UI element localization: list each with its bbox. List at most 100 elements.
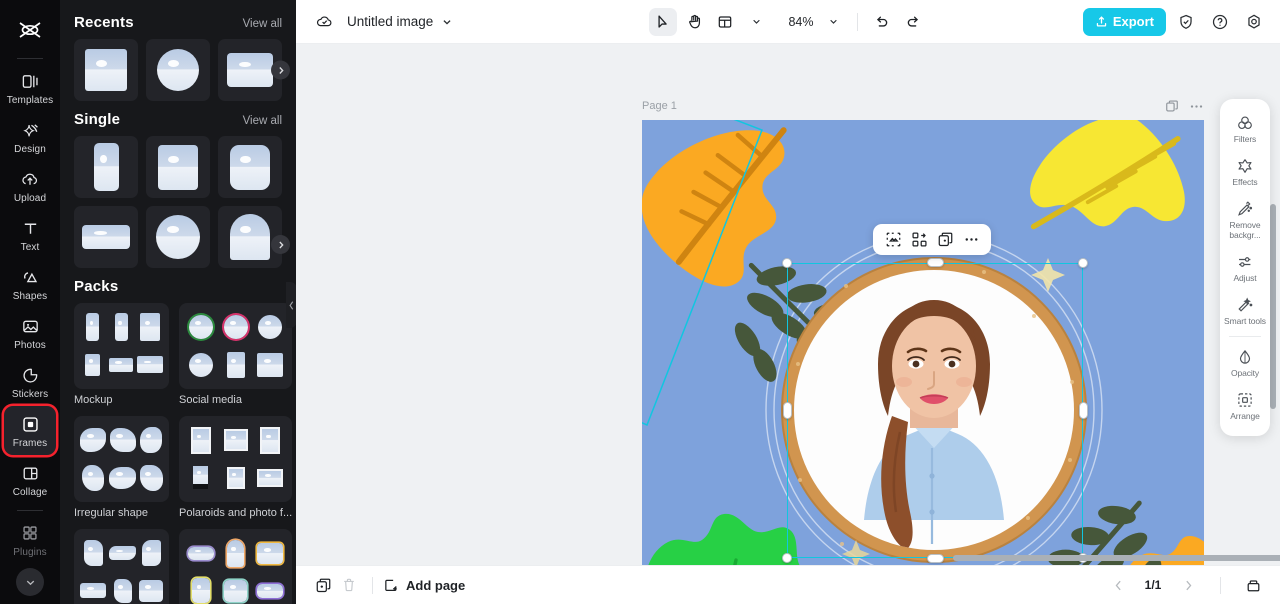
frame-thumb[interactable] xyxy=(74,136,138,198)
resize-handle-top-left[interactable] xyxy=(782,258,792,268)
tool-smart-tools[interactable]: Smart tools xyxy=(1220,289,1270,332)
tool-label: Arrange xyxy=(1230,411,1260,421)
page-more-horizontal-icon[interactable] xyxy=(1189,99,1204,114)
sidebar-item-label: Upload xyxy=(13,193,47,204)
frame-thumb[interactable] xyxy=(218,206,282,268)
frame-thumb[interactable] xyxy=(146,136,210,198)
frame-thumb[interactable] xyxy=(146,39,210,101)
redo-button[interactable] xyxy=(899,8,927,36)
crop-dashed-icon[interactable] xyxy=(883,230,903,250)
delete-page-button[interactable] xyxy=(336,572,362,598)
layout-tool-button[interactable] xyxy=(711,8,739,36)
layout-chevron-down-icon[interactable] xyxy=(742,8,770,36)
canvas-vertical-scrollbar[interactable] xyxy=(1270,204,1276,409)
resize-handle-bottom-left[interactable] xyxy=(782,553,792,563)
help-question-icon[interactable] xyxy=(1206,8,1234,36)
artboard[interactable] xyxy=(642,120,1204,565)
canvas-horizontal-scrollbar[interactable] xyxy=(953,555,1280,561)
resize-handle-top-right[interactable] xyxy=(1078,258,1088,268)
sidebar-item-photos[interactable]: Photos xyxy=(4,308,56,357)
sidebar-item-label: Photos xyxy=(14,340,46,351)
pack-item[interactable]: Polaroids and photo f... xyxy=(179,416,293,519)
resize-handle-middle-right[interactable] xyxy=(1079,402,1088,419)
pages-panel-button[interactable] xyxy=(1240,572,1266,598)
sidebar-item-stickers[interactable]: Stickers xyxy=(4,357,56,406)
tool-arrange[interactable]: Arrange xyxy=(1220,384,1270,427)
zoom-chevron-down-icon[interactable] xyxy=(819,8,847,36)
sidebar-item-text[interactable]: Text xyxy=(4,210,56,259)
sidebar-item-shapes[interactable]: Shapes xyxy=(4,259,56,308)
tool-opacity[interactable]: Opacity xyxy=(1220,341,1270,384)
duplicate-page-icon[interactable] xyxy=(1165,99,1179,113)
panel-collapse-handle[interactable] xyxy=(286,282,296,328)
pack-preview xyxy=(179,416,293,502)
tool-label: Effects xyxy=(1232,177,1258,187)
pack-item[interactable] xyxy=(179,529,293,604)
export-button[interactable]: Export xyxy=(1082,7,1166,36)
frame-thumb[interactable] xyxy=(74,206,138,268)
duplicate-plus-icon[interactable] xyxy=(935,230,955,250)
hand-tool-button[interactable] xyxy=(680,8,708,36)
sidebar-item-collage[interactable]: Collage xyxy=(4,455,56,504)
frames-icon xyxy=(19,413,41,435)
collage-icon xyxy=(19,462,41,484)
sidebar-item-plugins[interactable]: Plugins xyxy=(4,515,56,564)
recents-next-button[interactable] xyxy=(271,60,290,80)
single-section-header: Single View all xyxy=(74,111,282,128)
duplicate-page-button[interactable] xyxy=(310,572,336,598)
rail-divider xyxy=(17,58,43,59)
canvas-tools-group: 84% xyxy=(649,7,927,36)
prev-page-button[interactable] xyxy=(1105,572,1131,598)
sidebar-item-upload[interactable]: Upload xyxy=(4,161,56,210)
rail-expand-button[interactable] xyxy=(16,568,44,596)
pack-item[interactable] xyxy=(74,529,169,604)
zoom-level-value[interactable]: 84% xyxy=(786,15,816,29)
cloud-saved-icon[interactable] xyxy=(310,8,338,36)
single-next-button[interactable] xyxy=(271,235,290,254)
tool-adjust[interactable]: Adjust xyxy=(1220,246,1270,289)
rail-divider-2 xyxy=(17,510,43,511)
page-navigation: 1/1 xyxy=(1105,572,1266,598)
sidebar-item-frames[interactable]: Frames xyxy=(4,406,56,455)
select-tool-button[interactable] xyxy=(649,7,677,36)
recents-section-header: Recents View all xyxy=(74,14,282,31)
remove-background-icon xyxy=(1236,199,1255,218)
single-view-all-link[interactable]: View all xyxy=(243,115,282,127)
next-page-button[interactable] xyxy=(1175,572,1201,598)
page-indicator: 1/1 xyxy=(1144,578,1162,592)
recents-view-all-link[interactable]: View all xyxy=(243,18,282,30)
capcut-logo-icon[interactable] xyxy=(0,8,60,52)
pack-preview xyxy=(179,529,293,604)
replace-swap-icon[interactable] xyxy=(909,230,929,250)
resize-handle-top-center[interactable] xyxy=(927,258,944,267)
resize-handle-bottom-center[interactable] xyxy=(927,554,944,563)
pack-item[interactable]: Irregular shape xyxy=(74,416,169,519)
pack-item[interactable]: Social media xyxy=(179,303,293,406)
tool-label: Adjust xyxy=(1233,273,1257,283)
frame-thumb[interactable] xyxy=(74,39,138,101)
tool-effects[interactable]: Effects xyxy=(1220,150,1270,193)
bottom-divider-2 xyxy=(1220,576,1221,594)
sidebar-item-label: Frames xyxy=(12,438,48,449)
artboard-artwork xyxy=(642,120,1204,565)
title-chevron-down-icon[interactable] xyxy=(433,8,461,36)
pack-item[interactable]: Mockup xyxy=(74,303,169,406)
canvas-area[interactable]: Page 1 Filters Effects Remove backgr... … xyxy=(296,44,1280,565)
packs-section-header: Packs xyxy=(74,278,282,295)
tool-filters[interactable]: Filters xyxy=(1220,107,1270,150)
app-root: Templates Design Upload Text Shapes Phot… xyxy=(0,0,1280,604)
add-page-button[interactable]: Add page xyxy=(383,577,465,593)
undo-button[interactable] xyxy=(868,8,896,36)
frame-thumb[interactable] xyxy=(146,206,210,268)
shield-check-icon[interactable] xyxy=(1172,8,1200,36)
resize-handle-middle-left[interactable] xyxy=(783,402,792,419)
sidebar-item-design[interactable]: Design xyxy=(4,112,56,161)
pack-label: Mockup xyxy=(74,394,113,406)
settings-gear-icon[interactable] xyxy=(1240,8,1268,36)
sidebar-item-templates[interactable]: Templates xyxy=(4,63,56,112)
tool-label: Opacity xyxy=(1230,368,1260,378)
document-title[interactable]: Untitled image xyxy=(347,14,433,29)
tool-remove-background[interactable]: Remove backgr... xyxy=(1220,193,1270,246)
more-horizontal-icon[interactable] xyxy=(961,230,981,250)
frame-thumb[interactable] xyxy=(218,136,282,198)
